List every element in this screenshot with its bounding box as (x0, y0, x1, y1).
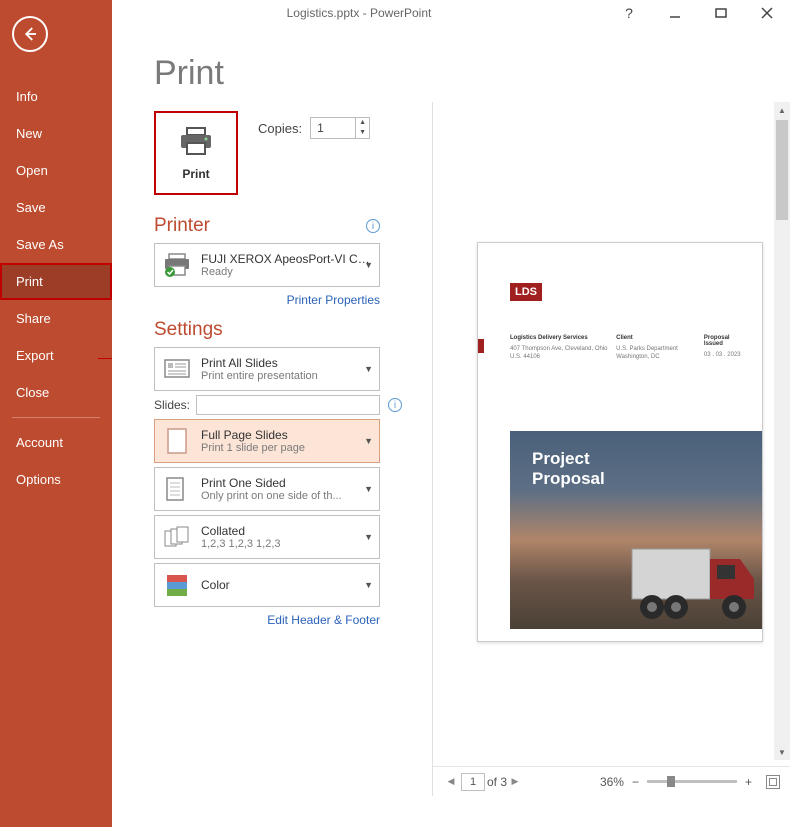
full-page-icon (161, 425, 193, 457)
restore-button[interactable] (698, 0, 744, 26)
printer-dropdown[interactable]: FUJI XEROX ApeosPort-VI C3... Ready ▼ (154, 243, 380, 287)
doc-info-columns: Logistics Delivery Services 407 Thompson… (510, 335, 742, 362)
edit-header-footer-link[interactable]: Edit Header & Footer (154, 613, 380, 627)
sidebar-item-info[interactable]: Info (0, 78, 112, 115)
collated-icon (161, 521, 193, 553)
sidebar-item-share[interactable]: Share (0, 300, 112, 337)
collate-title: Collated (201, 524, 373, 538)
print-range-dropdown[interactable]: Print All Slides Print entire presentati… (154, 347, 380, 391)
printer-device-icon (161, 249, 193, 281)
preview-pane: ▲ ▼ LDS Logistics Delivery Services 407 … (432, 102, 790, 796)
doc-col1-text: 407 Thompson Ave, Cleveland, Ohio U.S. 4… (510, 345, 616, 362)
color-icon (161, 569, 193, 601)
copies-label: Copies: (258, 121, 302, 136)
color-dropdown[interactable]: Color ▼ (154, 563, 380, 607)
doc-col3-head: Proposal Issued (704, 335, 742, 347)
printer-info-icon[interactable]: i (366, 219, 380, 233)
sidebar-item-saveas[interactable]: Save As (0, 226, 112, 263)
sidebar-item-open[interactable]: Open (0, 152, 112, 189)
scroll-up-icon[interactable]: ▲ (774, 102, 790, 118)
chevron-down-icon: ▼ (364, 260, 373, 270)
color-title: Color (201, 578, 373, 592)
preview-page: LDS Logistics Delivery Services 407 Thom… (477, 242, 763, 642)
zoom-slider[interactable] (647, 780, 737, 783)
titlebar: Logistics.pptx - PowerPoint ? (112, 0, 800, 26)
doc-col2-head: Client (616, 335, 704, 341)
layout-title: Full Page Slides (201, 428, 373, 442)
vertical-scrollbar[interactable]: ▲ ▼ (774, 102, 790, 760)
scroll-thumb[interactable] (776, 120, 788, 220)
page-number-input[interactable]: 1 (461, 773, 485, 791)
sidebar-separator (12, 417, 100, 418)
hero-line1: Project (532, 449, 762, 469)
minimize-button[interactable] (652, 0, 698, 26)
print-range-title: Print All Slides (201, 356, 373, 370)
sidebar-item-close[interactable]: Close (0, 374, 112, 411)
printer-properties-link[interactable]: Printer Properties (154, 293, 380, 307)
page-total: of 3 (487, 775, 507, 789)
prev-page-button[interactable]: ◀ (443, 776, 459, 787)
sidebar-item-save[interactable]: Save (0, 189, 112, 226)
sides-title: Print One Sided (201, 476, 373, 490)
lds-logo: LDS (510, 283, 542, 301)
help-button[interactable]: ? (606, 0, 652, 26)
close-button[interactable] (744, 0, 790, 26)
back-button[interactable] (12, 16, 48, 52)
preview-status-bar: ◀ 1 of 3 ▶ 36% − + (433, 766, 790, 796)
doc-col1-head: Logistics Delivery Services (510, 335, 616, 341)
sidebar-item-new[interactable]: New (0, 115, 112, 152)
sidebar-item-options[interactable]: Options (0, 461, 112, 498)
slides-info-icon[interactable]: i (388, 398, 402, 412)
printer-status: Ready (201, 266, 373, 278)
print-button[interactable]: Print (154, 111, 238, 195)
one-sided-icon (161, 473, 193, 505)
sidebar-item-print[interactable]: Print (0, 263, 112, 300)
chevron-down-icon: ▼ (364, 436, 373, 446)
chevron-down-icon: ▼ (364, 532, 373, 542)
hero-line2: Proposal (532, 469, 762, 489)
truck-illustration (622, 529, 762, 629)
layout-sub: Print 1 slide per page (201, 442, 373, 454)
layout-dropdown[interactable]: Full Page Slides Print 1 slide per page … (154, 419, 380, 463)
sides-dropdown[interactable]: Print One Sided Only print on one side o… (154, 467, 380, 511)
slides-icon (161, 353, 193, 385)
page-title: Print (154, 54, 800, 93)
doc-col2-text: U.S. Parks Department Washington, DC (616, 345, 704, 362)
chevron-down-icon: ▼ (364, 364, 373, 374)
print-range-sub: Print entire presentation (201, 370, 373, 382)
spinner-down-icon[interactable]: ▼ (356, 128, 369, 138)
collate-sub: 1,2,3 1,2,3 1,2,3 (201, 538, 373, 550)
printer-icon (178, 126, 214, 161)
zoom-slider-thumb[interactable] (667, 776, 675, 787)
settings-heading: Settings (154, 319, 380, 341)
sidebar-item-account[interactable]: Account (0, 424, 112, 461)
copies-value: 1 (311, 121, 355, 135)
export-highlight-line (98, 358, 112, 359)
zoom-in-button[interactable]: + (741, 775, 756, 789)
printer-heading: Printer (154, 215, 210, 237)
chevron-down-icon: ▼ (364, 484, 373, 494)
printer-name: FUJI XEROX ApeosPort-VI C3... (201, 252, 373, 266)
slides-label: Slides: (154, 398, 190, 412)
sides-sub: Only print on one side of th... (201, 490, 373, 502)
doc-col3-text: 03 . 03 . 2023 (704, 351, 742, 359)
scroll-down-icon[interactable]: ▼ (774, 744, 790, 760)
chevron-down-icon: ▼ (364, 580, 373, 590)
window-title: Logistics.pptx - PowerPoint (112, 6, 606, 20)
backstage-sidebar: Info New Open Save Save As Print Share E… (0, 0, 112, 827)
copies-spinner[interactable]: 1 ▲ ▼ (310, 117, 370, 139)
print-button-label: Print (182, 167, 209, 181)
sidebar-item-export[interactable]: Export (0, 337, 112, 374)
red-tab-decoration (478, 339, 484, 353)
slides-input[interactable] (196, 395, 380, 415)
zoom-out-button[interactable]: − (628, 775, 643, 789)
hero-image: Project Proposal (510, 431, 762, 629)
next-page-button[interactable]: ▶ (507, 776, 523, 787)
titlebar-buttons: ? (606, 0, 790, 26)
spinner-up-icon[interactable]: ▲ (356, 118, 369, 128)
fit-to-window-button[interactable] (766, 775, 780, 789)
collate-dropdown[interactable]: Collated 1,2,3 1,2,3 1,2,3 ▼ (154, 515, 380, 559)
zoom-value: 36% (600, 775, 624, 789)
